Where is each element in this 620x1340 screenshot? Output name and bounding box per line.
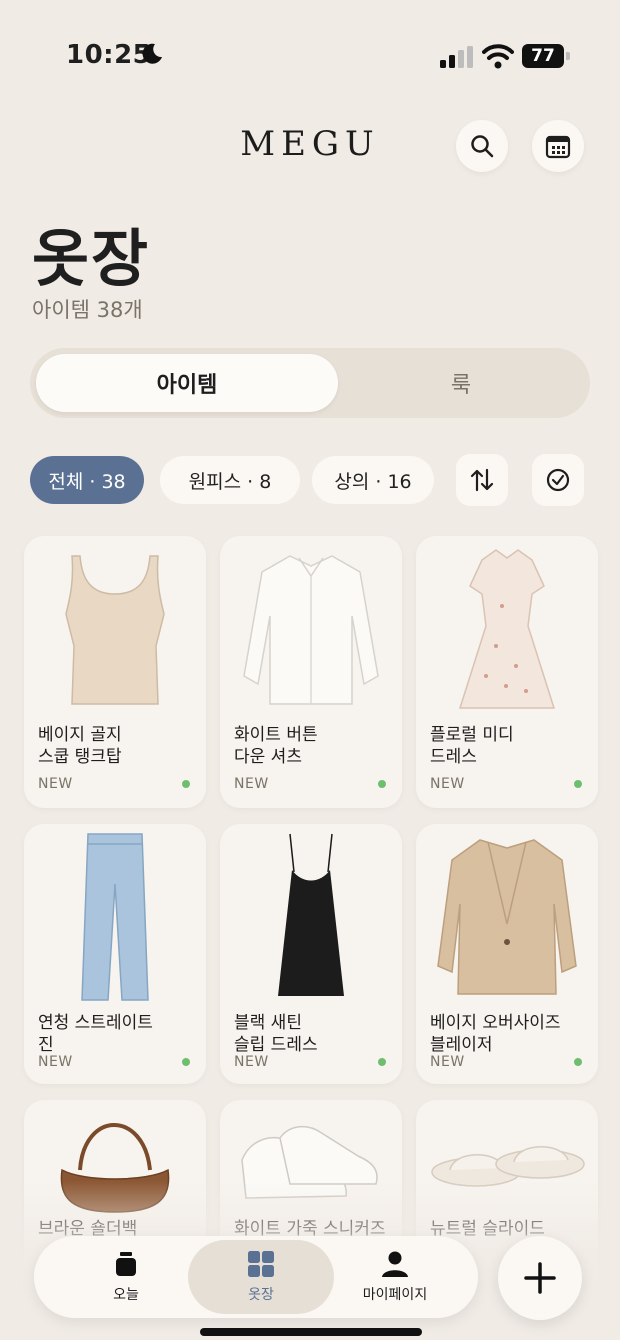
slip-dress-icon: [278, 833, 344, 996]
sort-arrows-icon: [470, 468, 494, 492]
new-badge: NEW: [234, 1054, 269, 1070]
item-name: 플로럴 미디 드레스: [430, 725, 514, 767]
dress-icon: [458, 549, 556, 709]
item-card[interactable]: 베이지 오버사이즈 블레이저 NEW: [416, 824, 598, 1084]
battery-indicator: 77: [522, 44, 572, 68]
new-badge: NEW: [38, 776, 73, 792]
new-indicator-dot: [574, 1058, 582, 1066]
filter-chip-all[interactable]: 전체 · 38: [30, 456, 144, 504]
signal-icon: [440, 46, 473, 68]
tank-top-icon: [65, 555, 165, 705]
tab-label: 오늘: [113, 1287, 139, 1303]
tab-today[interactable]: 오늘: [62, 1240, 190, 1314]
battery-level: 77: [522, 44, 564, 68]
new-indicator-dot: [378, 1058, 386, 1066]
home-indicator: [200, 1328, 422, 1336]
item-count: 아이템 38개: [32, 298, 143, 322]
tab-label: 옷장: [248, 1287, 274, 1303]
status-time: 10:25: [66, 40, 152, 70]
new-badge: NEW: [234, 776, 269, 792]
add-item-button[interactable]: [498, 1236, 582, 1320]
new-indicator-dot: [574, 780, 582, 788]
check-circle-icon: [546, 468, 570, 492]
jeans-icon: [81, 833, 149, 1001]
closet-grid-icon: [248, 1251, 274, 1277]
segmented-control: 아이템 룩: [30, 348, 590, 418]
plus-icon: [524, 1262, 556, 1294]
item-name: 베이지 오버사이즈 블레이저: [430, 1013, 561, 1055]
tab-bar: 오늘 옷장 마이페이지: [34, 1236, 478, 1318]
new-indicator-dot: [182, 780, 190, 788]
item-name: 베이지 골지 스쿱 탱크탑: [38, 725, 122, 767]
segment-items[interactable]: 아이템: [36, 354, 338, 412]
item-card[interactable]: 화이트 버튼 다운 셔츠 NEW: [220, 536, 402, 808]
blazer-icon: [437, 839, 577, 995]
item-name: 블랙 새틴 슬립 드레스: [234, 1013, 318, 1055]
item-card[interactable]: 플로럴 미디 드레스 NEW: [416, 536, 598, 808]
app-logo: MEGU: [240, 124, 380, 164]
select-button[interactable]: [532, 454, 584, 506]
battery-tip: [566, 52, 570, 60]
search-button[interactable]: [456, 120, 508, 172]
shirt-icon: [243, 555, 379, 705]
tab-closet[interactable]: 옷장: [188, 1240, 334, 1314]
segment-looks[interactable]: 룩: [338, 354, 584, 412]
item-card[interactable]: 베이지 골지 스쿱 탱크탑 NEW: [24, 536, 206, 808]
status-bar: 10:25 77: [0, 0, 620, 110]
item-name: 화이트 버튼 다운 셔츠: [234, 725, 318, 767]
item-name: 연청 스트레이트 진: [38, 1013, 153, 1055]
item-card[interactable]: 블랙 새틴 슬립 드레스 NEW: [220, 824, 402, 1084]
new-indicator-dot: [182, 1058, 190, 1066]
filter-chip-onepiece[interactable]: 원피스 · 8: [160, 456, 300, 504]
tab-label: 마이페이지: [362, 1287, 428, 1303]
filter-chip-tops[interactable]: 상의 · 16: [312, 456, 434, 504]
search-icon: [471, 135, 494, 158]
new-indicator-dot: [378, 780, 386, 788]
new-badge: NEW: [38, 1054, 73, 1070]
new-badge: NEW: [430, 1054, 465, 1070]
wifi-icon: [482, 44, 514, 69]
calendar-icon: [545, 135, 571, 159]
moon-icon: [142, 43, 162, 64]
calendar-button[interactable]: [532, 120, 584, 172]
tab-mypage[interactable]: 마이페이지: [340, 1240, 450, 1314]
item-card[interactable]: 연청 스트레이트 진 NEW: [24, 824, 206, 1084]
sort-button[interactable]: [456, 454, 508, 506]
new-badge: NEW: [430, 776, 465, 792]
page-title: 옷장: [32, 222, 151, 295]
today-icon: [116, 1252, 136, 1276]
profile-icon: [382, 1251, 408, 1277]
